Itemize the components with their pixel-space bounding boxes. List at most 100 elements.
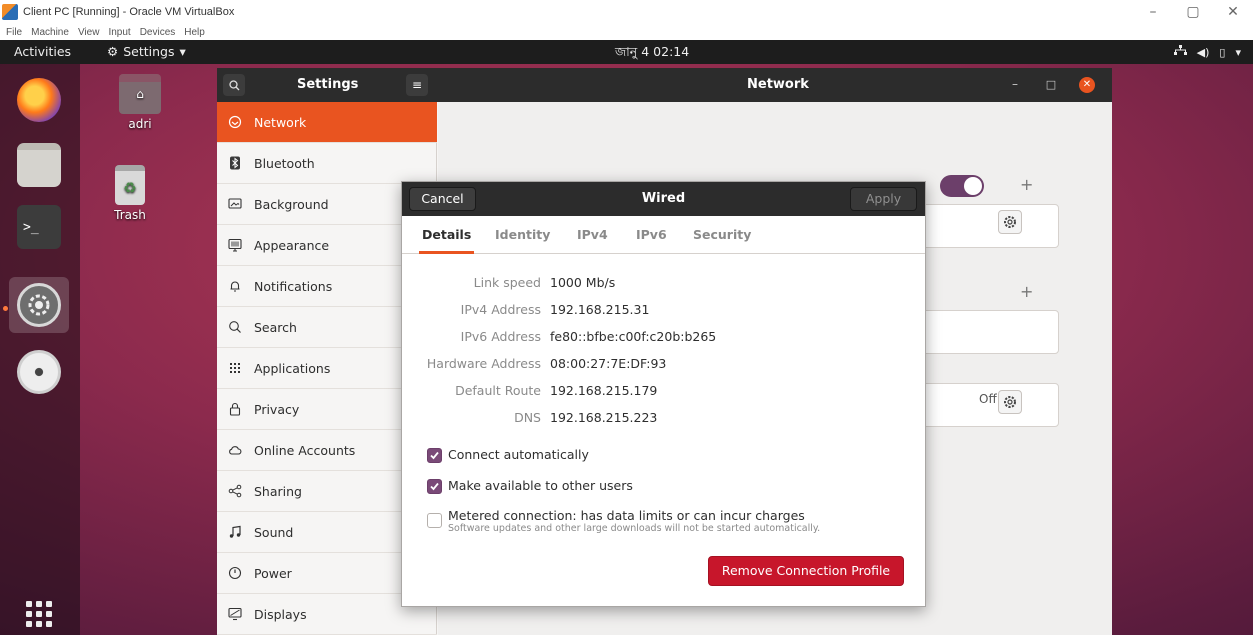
search-button[interactable]: [223, 74, 245, 96]
wired-settings-button[interactable]: [998, 210, 1022, 234]
settings-title: Settings: [297, 77, 359, 92]
maximize-button[interactable]: □: [1043, 77, 1059, 93]
ipv6-address-value: fe80::bfbe:c00f:c20b:b265: [550, 329, 717, 344]
host-menu-input[interactable]: Input: [108, 27, 130, 38]
sidebar-item-network[interactable]: Network: [217, 102, 437, 143]
volume-icon: ◀): [1196, 45, 1210, 59]
connect-automatically-label: Connect automatically: [448, 447, 589, 462]
bluetooth-icon: [228, 156, 242, 170]
dock: >_: [0, 64, 80, 635]
connect-automatically-checkbox[interactable]: [427, 448, 442, 463]
sidebar-item-label: Applications: [254, 360, 331, 376]
dialog-title: Wired: [641, 191, 686, 206]
hamburger-icon: ≡: [411, 78, 423, 92]
home-folder-label: adri: [128, 117, 152, 131]
app-menu[interactable]: ⚙ Settings ▾: [107, 40, 186, 64]
remove-connection-profile-button[interactable]: Remove Connection Profile: [708, 556, 904, 586]
caret-down-icon: ▾: [179, 44, 186, 59]
settings-icon[interactable]: [17, 283, 61, 327]
host-minimize-button[interactable]: –: [1133, 0, 1173, 24]
background-icon: [228, 197, 242, 211]
host-menu-machine[interactable]: Machine: [31, 27, 69, 38]
host-menubar: File Machine View Input Devices Help: [0, 24, 205, 40]
bell-icon: [228, 279, 242, 293]
sidebar-item-label: Online Accounts: [254, 442, 356, 458]
sidebar-item-label: Privacy: [254, 401, 300, 417]
wired-toggle[interactable]: [940, 175, 984, 197]
proxy-status-label: Off: [979, 392, 997, 406]
search-icon: [228, 320, 242, 334]
metered-connection-row[interactable]: Metered connection: has data limits or c…: [427, 508, 820, 534]
vpn-card: [916, 310, 1059, 354]
settings-header-bar: Settings ≡ Network – □ ✕: [217, 68, 1112, 102]
running-indicator: [3, 306, 8, 311]
host-close-button[interactable]: ✕: [1213, 0, 1253, 24]
ipv6-address-label: IPv6 Address: [460, 329, 541, 344]
app-menu-label: Settings: [123, 44, 175, 59]
sidebar-item-label: Sound: [254, 524, 294, 540]
search-icon: [228, 79, 239, 90]
gear-icon: [1004, 396, 1016, 408]
host-menu-devices[interactable]: Devices: [140, 27, 176, 38]
terminal-icon[interactable]: >_: [17, 205, 61, 249]
dialog-tabs: Details Identity IPv4 IPv6 Security: [402, 216, 925, 254]
battery-icon: ▯: [1219, 45, 1226, 59]
checkmark-icon: [430, 482, 439, 491]
host-menu-help[interactable]: Help: [184, 27, 205, 38]
make-available-checkbox[interactable]: [427, 479, 442, 494]
trash-icon: ♻: [115, 165, 145, 205]
host-menu-file[interactable]: File: [6, 27, 22, 38]
apply-button[interactable]: Apply: [850, 187, 917, 211]
gear-icon: ⚙: [107, 44, 119, 59]
music-note-icon: [228, 525, 242, 539]
host-window-title: Client PC [Running] - Oracle VM VirtualB…: [0, 0, 234, 24]
host-menu-view[interactable]: View: [78, 27, 100, 38]
network-icon: [228, 115, 242, 129]
tab-ipv4[interactable]: IPv4: [574, 216, 611, 254]
ipv4-address-value: 192.168.215.31: [550, 302, 650, 317]
host-restore-button[interactable]: ▢: [1173, 0, 1213, 24]
network-wired-icon: [1173, 45, 1187, 59]
system-tray[interactable]: ◀) ▯ ▾: [1173, 40, 1241, 64]
trash-label: Trash: [114, 208, 146, 222]
host-window-controls: – ▢ ✕: [1133, 0, 1253, 24]
guest-desktop: Activities ⚙ Settings ▾ জানু 4 02:14 ◀) …: [0, 40, 1253, 635]
minimize-button[interactable]: –: [1007, 77, 1023, 93]
sidebar-item-label: Notifications: [254, 278, 333, 294]
show-applications-icon[interactable]: [26, 601, 52, 627]
connect-automatically-row[interactable]: Connect automatically: [427, 447, 589, 463]
sidebar-item-label: Network: [254, 114, 307, 130]
grid-icon: [228, 361, 242, 375]
clock[interactable]: জানু 4 02:14: [615, 40, 689, 64]
default-route-value: 192.168.215.179: [550, 383, 658, 398]
checkmark-icon: [430, 451, 439, 460]
proxy-settings-button[interactable]: [998, 390, 1022, 414]
ipv4-address-label: IPv4 Address: [460, 302, 541, 317]
link-speed-label: Link speed: [473, 275, 541, 290]
make-available-label: Make available to other users: [448, 478, 633, 493]
activities-button[interactable]: Activities: [14, 40, 71, 64]
make-available-row[interactable]: Make available to other users: [427, 478, 633, 494]
sidebar-item-label: Bluetooth: [254, 155, 315, 171]
sidebar-item-label: Appearance: [254, 237, 330, 253]
sidebar-item-bluetooth[interactable]: Bluetooth: [217, 143, 437, 184]
tab-security[interactable]: Security: [690, 216, 754, 254]
tab-details[interactable]: Details: [419, 216, 475, 254]
wired-card: [916, 204, 1059, 248]
tab-ipv6[interactable]: IPv6: [633, 216, 670, 254]
disc-icon[interactable]: [17, 350, 61, 394]
add-vpn-plus-icon[interactable]: +: [1020, 175, 1033, 194]
cancel-button[interactable]: Cancel: [409, 187, 476, 211]
hamburger-menu-button[interactable]: ≡: [406, 74, 428, 96]
close-button[interactable]: ✕: [1079, 77, 1095, 93]
add-connection-plus-icon[interactable]: +: [1020, 282, 1033, 301]
caret-down-icon: ▾: [1235, 45, 1241, 59]
metered-connection-checkbox[interactable]: [427, 513, 442, 528]
sidebar-item-label: Background: [254, 196, 329, 212]
firefox-icon[interactable]: [17, 78, 61, 122]
appearance-icon: [228, 238, 242, 252]
files-icon[interactable]: [17, 143, 61, 187]
tab-identity[interactable]: Identity: [492, 216, 553, 254]
desktop-home-folder[interactable]: ⌂ adri: [105, 74, 175, 131]
desktop-trash[interactable]: ♻ Trash: [95, 165, 165, 222]
